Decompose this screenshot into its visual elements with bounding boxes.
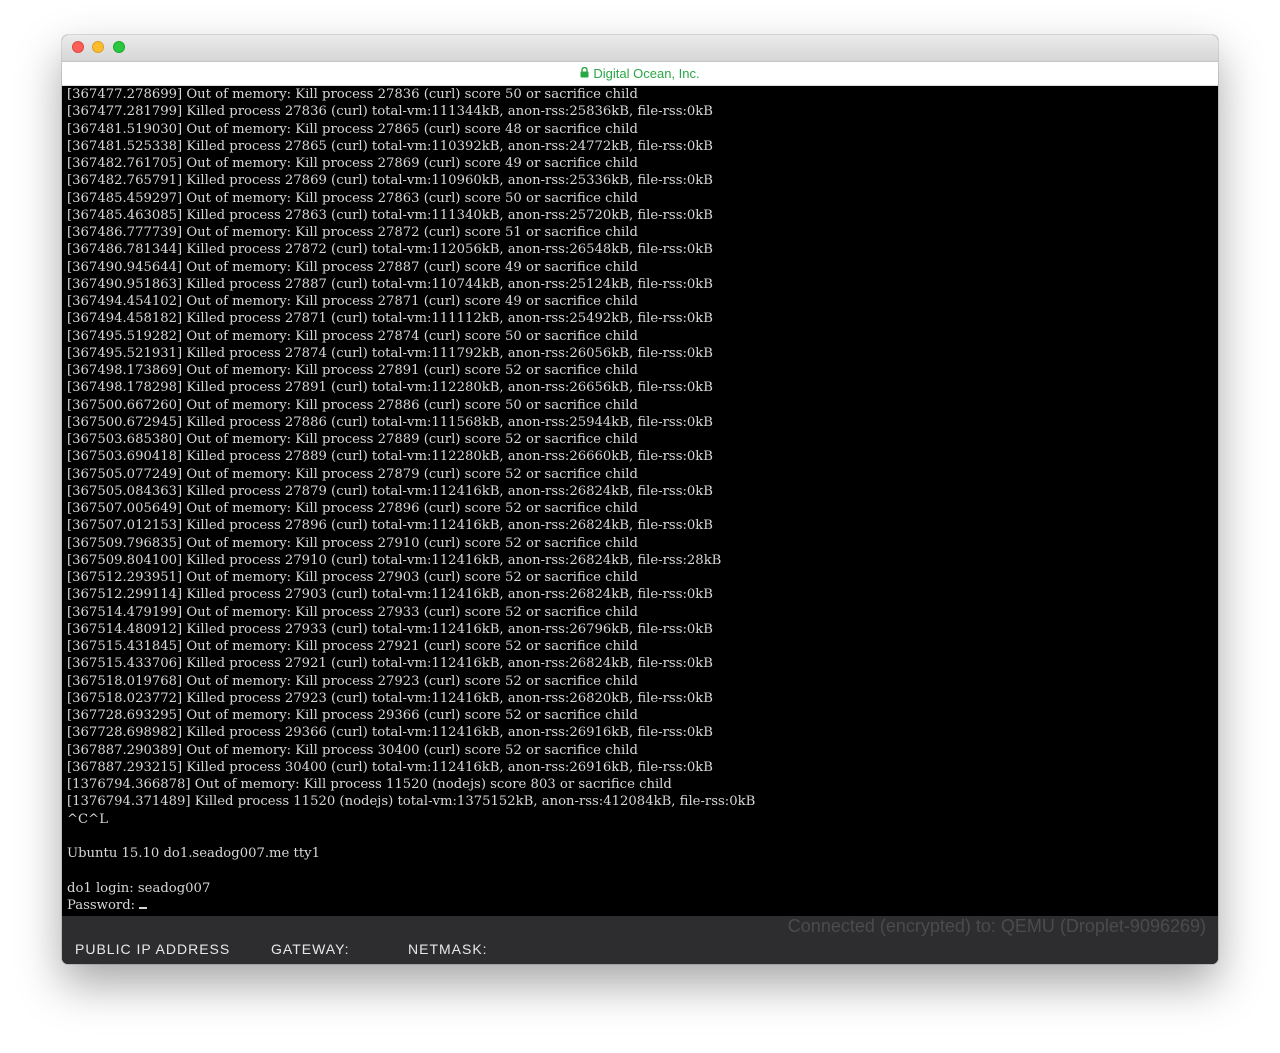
terminal-line: [367482.765791] Killed process 27869 (cu… (67, 173, 713, 189)
connection-status: Connected (encrypted) to: QEMU (Droplet-… (787, 916, 1206, 936)
terminal-line: [367515.433706] Killed process 27921 (cu… (67, 656, 713, 672)
terminal-line: [367486.777739] Out of memory: Kill proc… (67, 225, 638, 240)
terminal-line: Password: (67, 897, 1218, 914)
terminal-line: [367486.781344] Killed process 27872 (cu… (67, 242, 713, 258)
terminal-line: [367514.480912] Killed process 27933 (cu… (67, 621, 713, 637)
terminal-line: [367507.012153] Killed process 27896 (cu… (67, 518, 713, 534)
terminal-line: [367490.951863] Killed process 27887 (cu… (67, 276, 713, 292)
terminal-line: [367495.521931] Killed process 27874 (cu… (67, 345, 713, 361)
terminal-line: [367514.479199] Out of memory: Kill proc… (67, 604, 638, 620)
terminal-line: [367494.458182] Killed process 27871 (cu… (67, 311, 713, 327)
terminal-line: [1376794.371489] Killed process 11520 (n… (67, 794, 756, 810)
terminal-line: do1 login: seadog007 (67, 880, 211, 896)
terminal-line: [367515.431845] Out of memory: Kill proc… (67, 639, 638, 654)
terminal-line: [367494.454102] Out of memory: Kill proc… (67, 294, 638, 309)
terminal-line: [367512.293951] Out of memory: Kill proc… (67, 570, 638, 585)
terminal-line: [367481.525338] Killed process 27865 (cu… (67, 138, 713, 154)
terminal-line: Ubuntu 15.10 do1.seadog007.me tty1 (67, 846, 320, 861)
terminal-line: [367505.084363] Killed process 27879 (cu… (67, 483, 713, 499)
site-identity-label: Digital Ocean, Inc. (593, 66, 700, 81)
terminal-line: [367503.685380] Out of memory: Kill proc… (67, 432, 638, 447)
terminal-line: [367518.023772] Killed process 27923 (cu… (67, 690, 713, 706)
zoom-window-button[interactable] (113, 41, 125, 53)
terminal-line: [367887.290389] Out of memory: Kill proc… (67, 742, 638, 758)
public-ip-label: PUBLIC IP ADDRESS (75, 941, 231, 957)
text-cursor (139, 906, 148, 909)
terminal-line: [367485.459297] Out of memory: Kill proc… (67, 190, 638, 206)
terminal-line: [367505.077249] Out of memory: Kill proc… (67, 466, 638, 482)
terminal-line: [367728.698982] Killed process 29366 (cu… (67, 725, 713, 741)
terminal-line: [367485.463085] Killed process 27863 (cu… (67, 207, 713, 223)
terminal-line: [367512.299114] Killed process 27903 (cu… (67, 587, 713, 603)
terminal-line: [367490.945644] Out of memory: Kill proc… (67, 259, 638, 275)
terminal-line: [367482.761705] Out of memory: Kill proc… (67, 156, 638, 171)
terminal-line: [367507.005649] Out of memory: Kill proc… (67, 501, 638, 516)
terminal-line: [367728.693295] Out of memory: Kill proc… (67, 708, 638, 723)
address-bar[interactable]: Digital Ocean, Inc. (62, 62, 1218, 86)
terminal-line: [367500.667260] Out of memory: Kill proc… (67, 397, 638, 413)
terminal-line: [367498.173869] Out of memory: Kill proc… (67, 363, 638, 378)
minimize-window-button[interactable] (92, 41, 104, 53)
terminal-line: [367509.796835] Out of memory: Kill proc… (67, 535, 638, 551)
console-terminal[interactable]: [367477.278699] Out of memory: Kill proc… (62, 86, 1218, 916)
terminal-line: [367500.672945] Killed process 27886 (cu… (67, 414, 713, 430)
terminal-line: [367498.178298] Killed process 27891 (cu… (67, 380, 713, 396)
terminal-line: [367509.804100] Killed process 27910 (cu… (67, 552, 722, 568)
gateway-label: GATEWAY: (271, 941, 350, 957)
lock-icon (580, 62, 589, 85)
terminal-line: [367481.519030] Out of memory: Kill proc… (67, 121, 638, 137)
terminal-line: ^C^L (67, 811, 108, 827)
terminal-line: [367503.690418] Killed process 27889 (cu… (67, 449, 713, 465)
droplet-info-footer: Connected (encrypted) to: QEMU (Droplet-… (62, 916, 1218, 964)
close-window-button[interactable] (72, 41, 84, 53)
netmask-label: NETMASK: (408, 941, 488, 957)
terminal-line: [367477.278699] Out of memory: Kill proc… (67, 87, 638, 102)
terminal-line: [367495.519282] Out of memory: Kill proc… (67, 328, 638, 344)
terminal-line: [367887.293215] Killed process 30400 (cu… (67, 759, 713, 775)
terminal-line: [367477.281799] Killed process 27836 (cu… (67, 104, 713, 120)
title-bar (62, 35, 1218, 62)
terminal-line: [1376794.366878] Out of memory: Kill pro… (67, 777, 672, 792)
terminal-line: [367518.019768] Out of memory: Kill proc… (67, 673, 638, 689)
browser-window: Digital Ocean, Inc. [367477.278699] Out … (62, 35, 1218, 964)
